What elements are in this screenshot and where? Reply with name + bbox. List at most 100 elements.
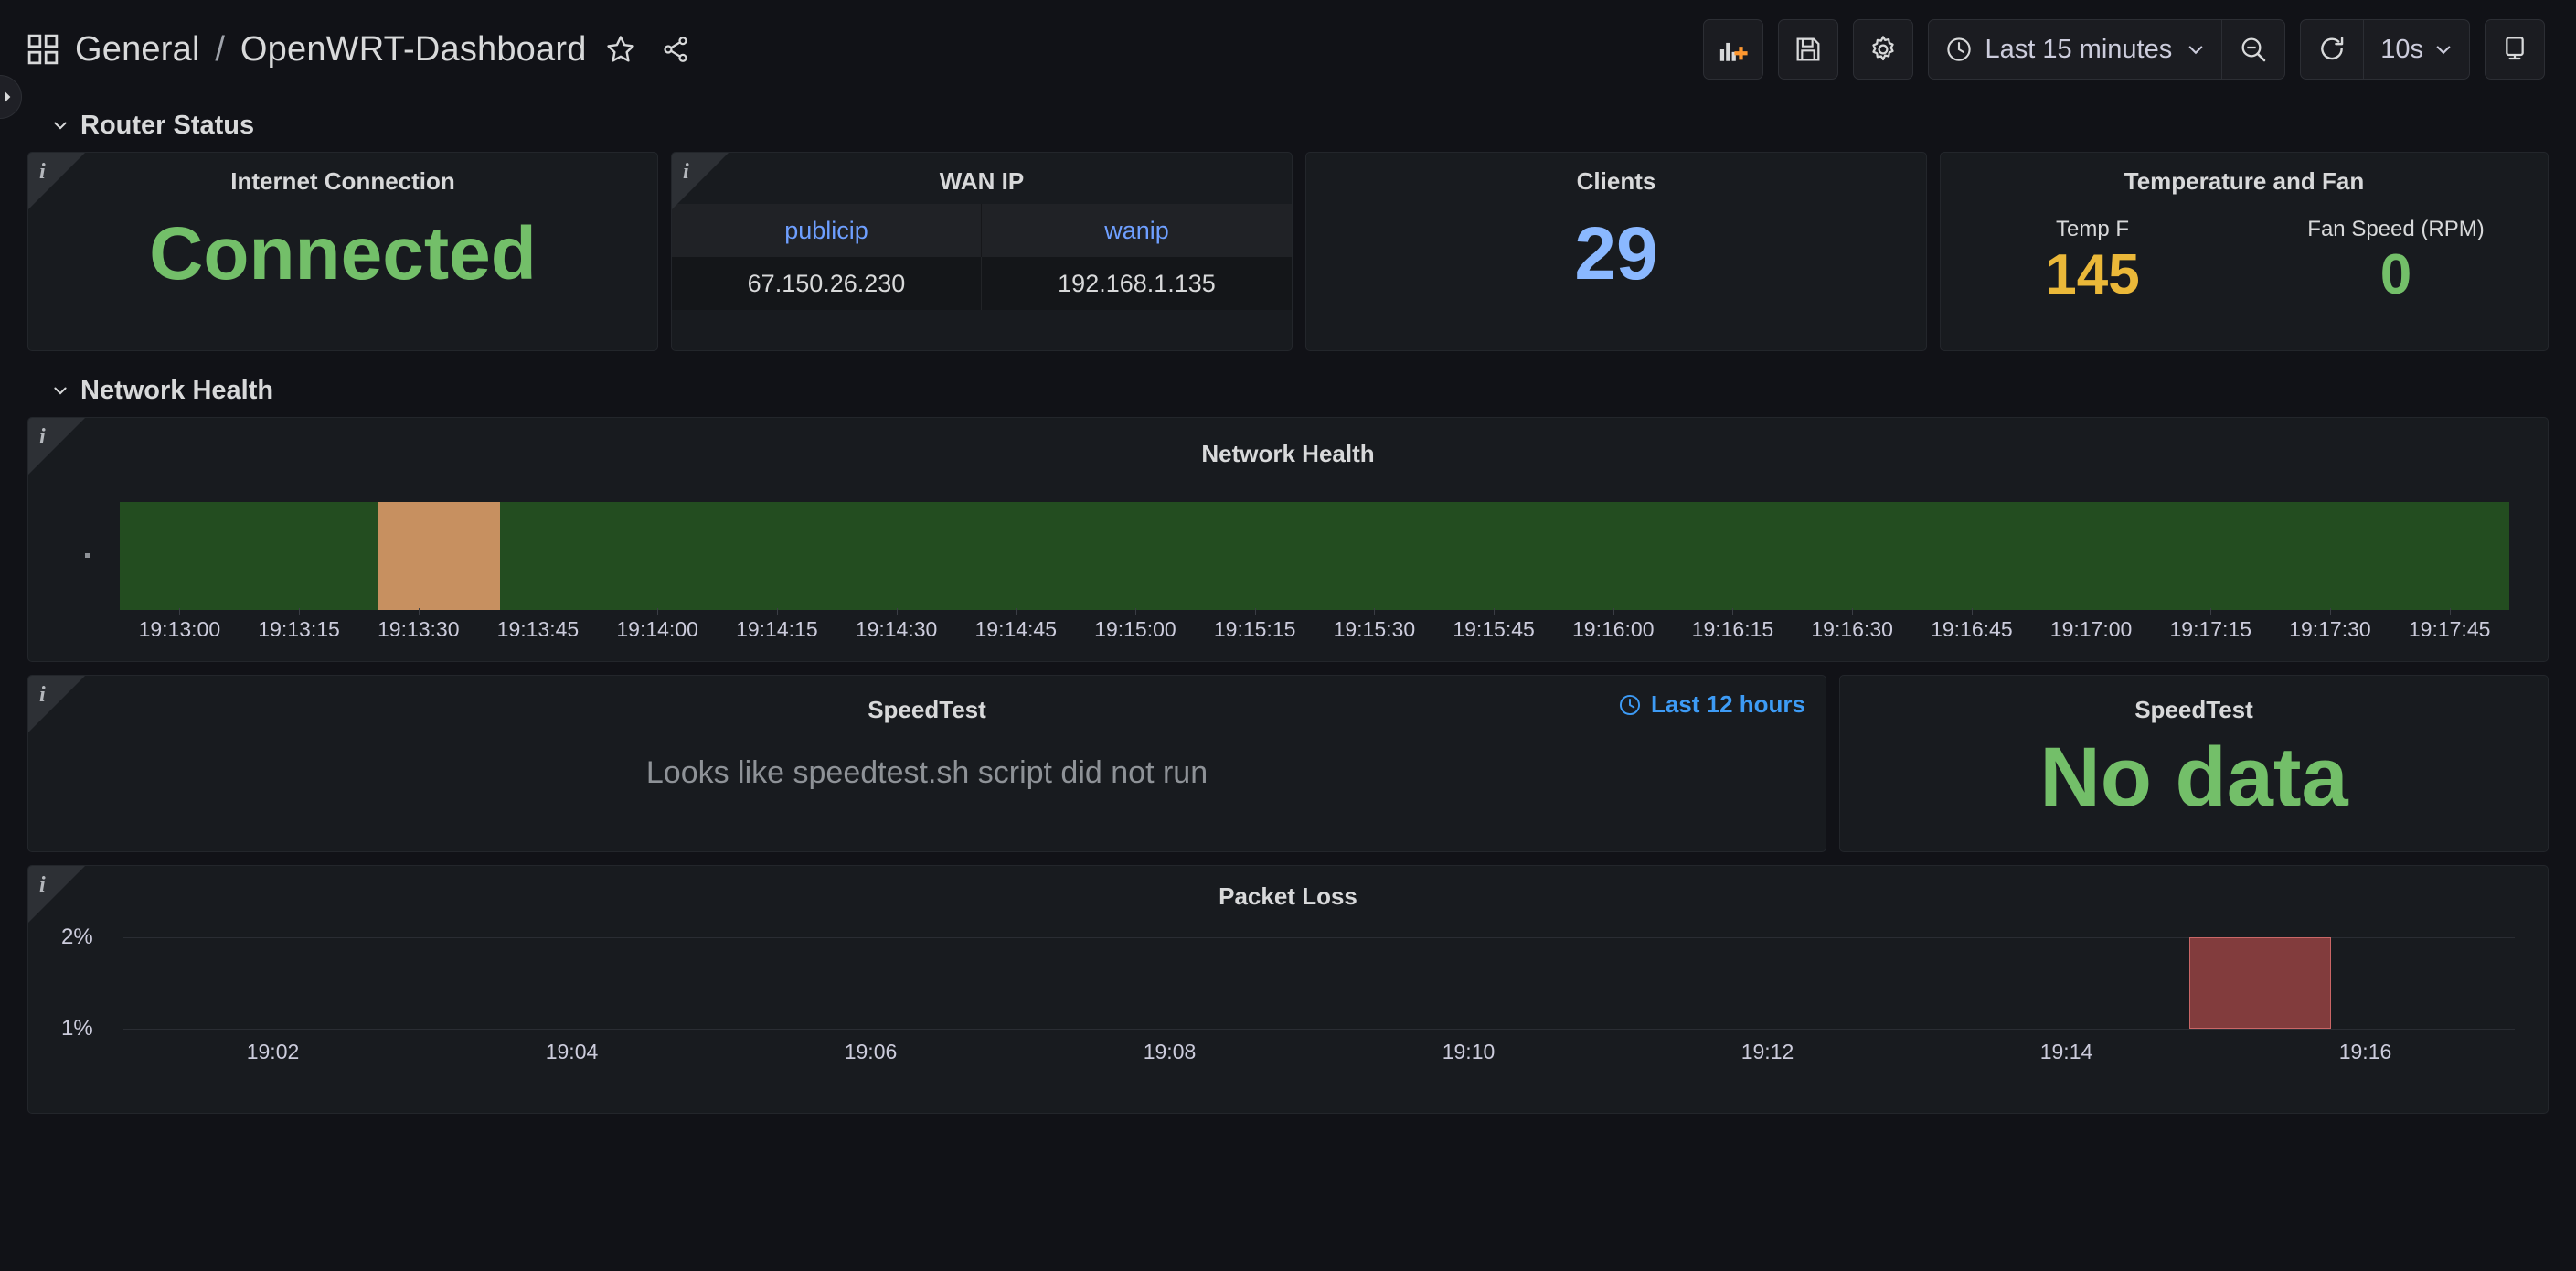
chevron-down-icon xyxy=(2434,40,2453,59)
wan-ip-table: publicip wanip 67.150.26.230 192.168.1.1… xyxy=(672,204,1292,310)
column-header-publicip[interactable]: publicip xyxy=(672,204,982,257)
refresh-interval-picker[interactable]: 10s xyxy=(2363,20,2469,79)
stat-value: 0 xyxy=(2244,242,2548,307)
x-axis-tick-label: 19:16:15 xyxy=(1692,617,1774,642)
panel-speedtest-right[interactable]: SpeedTest No data xyxy=(1839,675,2549,852)
packet-loss-bar[interactable] xyxy=(2189,937,2330,1029)
time-range-controls: Last 15 minutes xyxy=(1928,19,2286,80)
x-axis-tick-label: 19:06 xyxy=(845,1040,898,1064)
save-dashboard-button[interactable] xyxy=(1778,19,1838,80)
x-axis-tick-mark xyxy=(1016,608,1017,615)
refresh-dashboard-button[interactable] xyxy=(2301,20,2363,79)
x-axis-tick-mark xyxy=(1255,608,1256,615)
breadcrumb: General / OpenWRT-Dashboard xyxy=(27,28,697,70)
x-axis-tick-mark xyxy=(777,608,778,615)
row-header-network-health[interactable]: Network Health xyxy=(27,364,2549,417)
gridline xyxy=(123,1029,2515,1030)
panel-info-corner[interactable] xyxy=(28,153,85,209)
time-range-picker[interactable]: Last 15 minutes xyxy=(1929,20,2222,79)
x-axis-tick-label: 19:16:45 xyxy=(1931,617,2013,642)
x-axis-tick-label: 19:13:45 xyxy=(497,617,580,642)
state-timeline-bars[interactable] xyxy=(120,502,2509,610)
dashboard-settings-button[interactable] xyxy=(1853,19,1913,80)
panel-clients[interactable]: Clients 29 xyxy=(1305,152,1927,351)
x-axis-tick-label: 19:16:30 xyxy=(1811,617,1893,642)
panel-time-override[interactable]: Last 12 hours xyxy=(1618,690,1805,719)
state-segment-ok[interactable] xyxy=(120,502,378,610)
breadcrumb-separator: / xyxy=(215,30,225,69)
series-marker xyxy=(85,553,90,558)
row-title: Network Health xyxy=(80,376,273,406)
x-axis-tick-mark xyxy=(419,608,420,615)
row-header-router-status[interactable]: Router Status xyxy=(27,99,2549,152)
table-header-row: publicip wanip xyxy=(672,204,1292,257)
zoom-out-time-range-button[interactable] xyxy=(2221,20,2284,79)
stat-value: 145 xyxy=(1941,242,2244,307)
x-axis-tick-mark xyxy=(1972,608,1973,615)
x-axis-tick-label: 19:16 xyxy=(2339,1040,2392,1064)
x-axis-tick-label: 19:14:15 xyxy=(736,617,818,642)
panel-speedtest-left[interactable]: i SpeedTest Last 12 hours Looks like spe… xyxy=(27,675,1826,852)
x-axis-tick-label: 19:04 xyxy=(546,1040,599,1064)
stat-fan-speed: Fan Speed (RPM) 0 xyxy=(2244,217,2548,307)
x-axis-tick-label: 19:02 xyxy=(247,1040,300,1064)
panel-row-router-status: i Internet Connection Connected i WAN IP… xyxy=(27,152,2549,351)
packet-loss-plot: 2% 1% 19:0219:0419:0619:0819:1019:1219:1… xyxy=(123,937,2515,1047)
add-panel-button[interactable] xyxy=(1703,19,1763,80)
time-range-label: Last 15 minutes xyxy=(1985,35,2173,65)
cell-publicip: 67.150.26.230 xyxy=(672,257,982,310)
refresh-icon xyxy=(2317,35,2347,64)
stat-label: Temp F xyxy=(1941,217,2244,242)
panel-info-corner[interactable] xyxy=(28,866,85,923)
panel-wan-ip[interactable]: i WAN IP publicip wanip 67.150.26.230 19… xyxy=(671,152,1293,351)
breadcrumb-dashboard-title[interactable]: OpenWRT-Dashboard xyxy=(240,30,587,69)
panel-temperature-and-fan[interactable]: Temperature and Fan Temp F 145 Fan Speed… xyxy=(1940,152,2549,351)
x-axis-tick-label: 19:14:45 xyxy=(974,617,1057,642)
speedtest-message: Looks like speedtest.sh script did not r… xyxy=(28,727,1826,818)
column-header-wanip[interactable]: wanip xyxy=(982,204,1292,257)
clock-icon xyxy=(1618,693,1642,717)
panel-info-corner[interactable] xyxy=(28,418,85,475)
network-health-plot: 19:13:0019:13:1519:13:3019:13:4519:14:00… xyxy=(120,502,2509,654)
stat-temp-f: Temp F 145 xyxy=(1941,217,2244,307)
panel-info-corner[interactable] xyxy=(672,153,729,209)
x-axis-tick-label: 19:13:30 xyxy=(378,617,460,642)
dashboard-canvas: Router Status i Internet Connection Conn… xyxy=(0,99,2576,1114)
x-axis-tick-label: 19:17:30 xyxy=(2289,617,2371,642)
panel-row-speedtest: i SpeedTest Last 12 hours Looks like spe… xyxy=(27,675,2549,852)
kiosk-mode-button[interactable] xyxy=(2485,19,2545,80)
x-axis: 19:13:0019:13:1519:13:3019:13:4519:14:00… xyxy=(120,617,2509,654)
panel-title: Network Health xyxy=(28,418,2548,469)
dashboard-grid-icon[interactable] xyxy=(27,34,59,65)
x-axis-tick-label: 19:17:15 xyxy=(2169,617,2251,642)
state-segment-ok[interactable] xyxy=(500,502,2509,610)
x-axis-tick-mark xyxy=(1494,608,1495,615)
clients-value: 29 xyxy=(1306,204,1926,304)
x-axis-tick-label: 19:10 xyxy=(1442,1040,1496,1064)
panel-network-health[interactable]: i Network Health 19:13:0019:13:1519:13:3… xyxy=(27,417,2549,662)
panel-title: SpeedTest xyxy=(1840,676,2548,727)
clock-icon xyxy=(1945,36,1973,63)
x-axis-tick-label: 19:15:30 xyxy=(1334,617,1416,642)
panel-title: Internet Connection xyxy=(28,153,657,204)
refresh-interval-label: 10s xyxy=(2380,35,2423,65)
share-icon[interactable] xyxy=(655,28,697,70)
x-axis-tick-label: 19:16:00 xyxy=(1572,617,1655,642)
y-axis-tick: 2% xyxy=(61,924,93,950)
x-axis-tick-label: 19:14:30 xyxy=(856,617,938,642)
state-segment-warning[interactable] xyxy=(378,502,499,610)
x-axis-tick-mark xyxy=(2210,608,2211,615)
panel-info-corner[interactable] xyxy=(28,676,85,732)
toolbar: Last 15 minutes 10s xyxy=(1703,19,2546,80)
chevron-down-icon xyxy=(2187,40,2205,59)
x-axis-tick-label: 19:15:45 xyxy=(1453,617,1535,642)
cell-wanip: 192.168.1.135 xyxy=(982,257,1292,310)
row-title: Router Status xyxy=(80,111,254,141)
x-axis-tick-label: 19:14 xyxy=(2040,1040,2093,1064)
star-icon[interactable] xyxy=(600,28,642,70)
breadcrumb-folder[interactable]: General xyxy=(75,30,200,69)
panel-internet-connection[interactable]: i Internet Connection Connected xyxy=(27,152,658,351)
x-axis-tick-mark xyxy=(1374,608,1375,615)
panel-packet-loss[interactable]: i Packet Loss 2% 1% 19:0219:0419:0619:08… xyxy=(27,865,2549,1114)
x-axis-tick-label: 19:08 xyxy=(1144,1040,1197,1064)
